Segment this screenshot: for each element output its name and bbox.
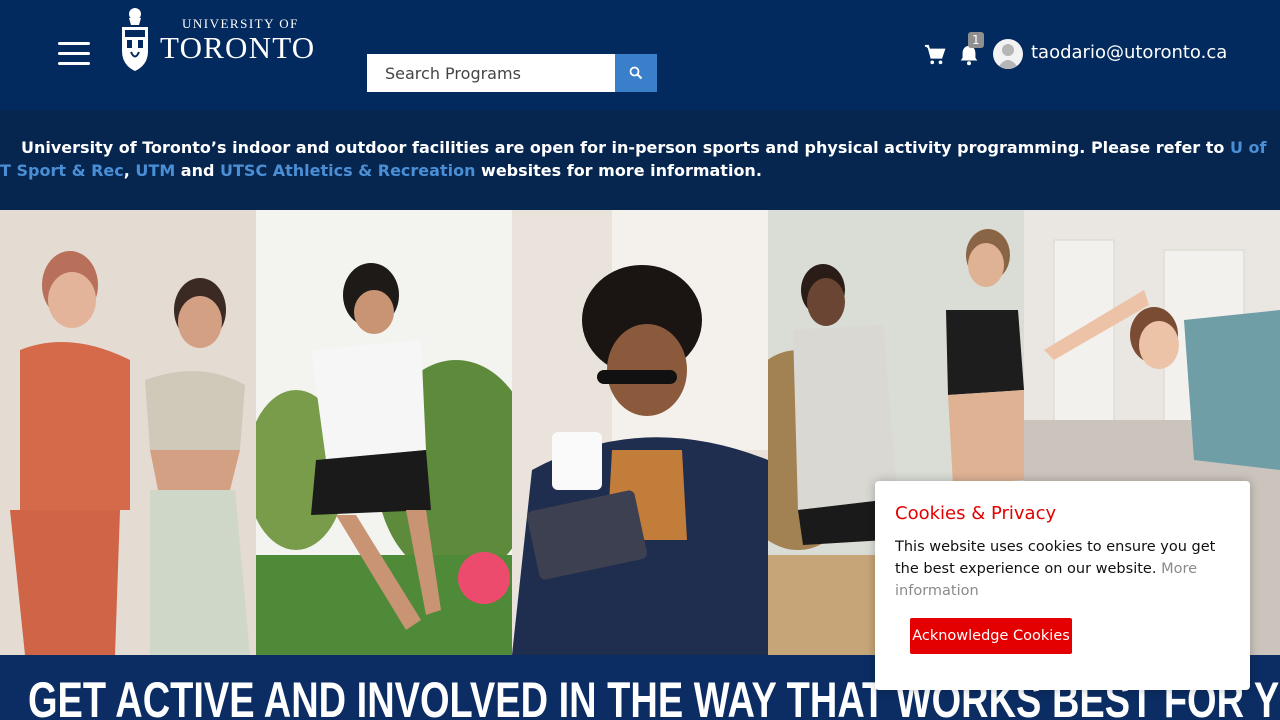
avatar[interactable] (993, 39, 1023, 69)
search-input[interactable] (367, 54, 615, 92)
user-email[interactable]: taodario@utoronto.ca (1031, 42, 1227, 63)
user-avatar-icon (997, 44, 1019, 69)
notice-text: University of Toronto’s indoor and outdo… (0, 136, 1280, 182)
cookie-title: Cookies & Privacy (895, 503, 1057, 524)
hamburger-menu-icon[interactable] (58, 42, 90, 66)
university-logo[interactable]: UNIVERSITY OF TORONTO (118, 4, 315, 76)
acknowledge-cookies-button[interactable]: Acknowledge Cookies (910, 618, 1072, 654)
logo-line-2: TORONTO (160, 30, 316, 65)
notice-text-after: websites for more information. (475, 161, 762, 180)
search-icon (629, 66, 643, 80)
search-button[interactable] (615, 54, 657, 92)
crest-icon (122, 8, 148, 71)
facilities-notice: University of Toronto’s indoor and outdo… (0, 110, 1280, 210)
notice-sep-2: and (175, 161, 221, 180)
notice-text-before: University of Toronto’s indoor and outdo… (21, 138, 1230, 157)
search-bar (367, 54, 657, 92)
hero-photo-yoga-friends (0, 210, 256, 655)
notification-count-badge: 1 (968, 32, 984, 48)
cookie-body: This website uses cookies to ensure you … (895, 536, 1235, 602)
hero-photo-soccer (256, 210, 512, 655)
link-utsc[interactable]: UTSC Athletics & Recreation (220, 161, 475, 180)
notice-sep-1: , (123, 161, 136, 180)
cart-icon[interactable] (924, 44, 946, 66)
hero-photo-tablet-coffee (512, 210, 768, 655)
site-header: UNIVERSITY OF TORONTO 1 taodario@utoront… (0, 0, 1280, 110)
cookie-consent-popup: Cookies & Privacy This website uses cook… (875, 481, 1250, 690)
link-utm[interactable]: UTM (135, 161, 175, 180)
